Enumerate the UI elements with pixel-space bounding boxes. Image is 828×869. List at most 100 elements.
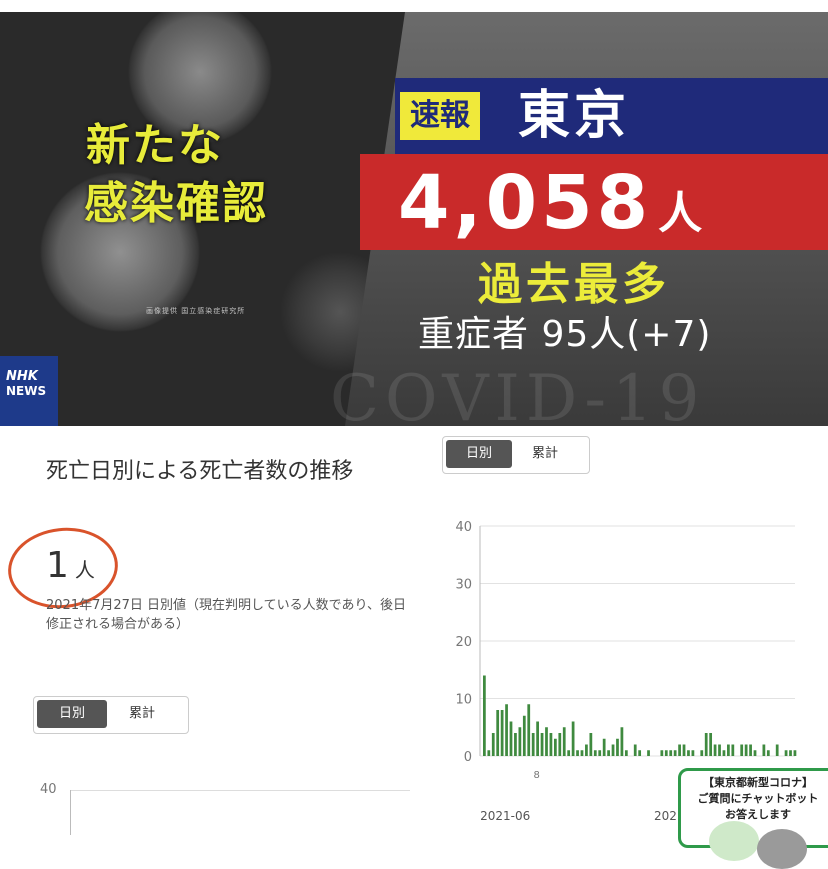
chart-bar xyxy=(749,744,752,756)
chart-bar xyxy=(789,750,792,756)
y-tick-label: 10 xyxy=(455,693,472,708)
serious-cases-label: 重症者 95人(+7) xyxy=(418,314,712,355)
chart-bar xyxy=(483,675,486,756)
chart-bar xyxy=(571,721,575,756)
chart-bar xyxy=(514,733,517,756)
chart-bar xyxy=(531,733,535,756)
chatbot-widget[interactable]: 【東京都新型コロナ】 ご質問にチャットボット お答えします xyxy=(678,768,828,869)
chart-bar xyxy=(527,704,531,756)
chart-bar xyxy=(682,744,686,756)
y-tick-label: 20 xyxy=(455,635,472,650)
left-chart-y-label: 40 xyxy=(40,782,57,797)
infection-count: 4,058 人 xyxy=(398,162,706,255)
chart-bar xyxy=(687,750,690,756)
chart-bar xyxy=(624,750,628,756)
chart-bar xyxy=(545,727,548,756)
death-count-unit: 人 xyxy=(74,558,95,582)
chart-bar xyxy=(518,727,522,756)
chart-bar xyxy=(607,750,610,756)
chart-bar xyxy=(664,750,668,756)
chart-bar xyxy=(784,750,788,756)
chart-bar xyxy=(505,704,508,756)
news-banner-image: 新たな 感染確認 画像提供 国立感染症研究所 NHK NEWS COVID-19… xyxy=(0,12,828,426)
chart-bar xyxy=(727,744,730,756)
left-chart-gridline xyxy=(70,790,410,791)
logo-nhk: NHK xyxy=(6,369,38,384)
y-tick-label: 30 xyxy=(455,578,472,593)
death-count-value: 1 xyxy=(46,545,69,586)
covid-watermark: COVID-19 xyxy=(330,362,706,426)
nhk-news-logo: NHK NEWS xyxy=(0,356,58,426)
chart-bar xyxy=(549,733,553,756)
chart-bar xyxy=(638,750,642,756)
chart-bar xyxy=(722,750,726,756)
y-tick-label: 40 xyxy=(455,520,472,535)
chatbot-avatar-icon xyxy=(709,821,759,861)
record-high-label: 過去最多 xyxy=(478,259,670,310)
toggle-cumulative-button[interactable]: 累計 xyxy=(512,440,578,468)
chart-bar xyxy=(660,750,664,756)
chart-bar xyxy=(589,733,593,756)
chart-bar xyxy=(718,744,721,756)
chart-bar xyxy=(691,750,695,756)
toggle-daily-button[interactable]: 日別 xyxy=(446,440,512,468)
chart-bar xyxy=(598,750,602,756)
new-infection-caption: 新たな 感染確認 xyxy=(84,117,316,233)
death-count: 1人 xyxy=(46,545,95,586)
caption-line-2: 感染確認 xyxy=(84,178,268,229)
chart-bar xyxy=(793,750,797,756)
date-note: 2021年7月27日 日別値（現在判明している人数であり、後日修正される場合があ… xyxy=(46,598,406,632)
panel-title: 死亡日別による死亡者数の推移 xyxy=(46,459,354,484)
chart-bar xyxy=(496,710,500,756)
count-value: 4,058 xyxy=(398,160,653,246)
chatbot-bubble-icon xyxy=(757,829,807,869)
chart-bar xyxy=(633,744,637,756)
chart-bar xyxy=(700,750,704,756)
chart-bar xyxy=(678,744,681,756)
breaking-badge: 速報 xyxy=(400,92,480,140)
x-tick-label: 2021-06 xyxy=(480,809,530,823)
chart-bar xyxy=(740,744,744,756)
chart-bar xyxy=(553,738,557,756)
chart-bar xyxy=(585,744,588,756)
chart-bar xyxy=(616,738,619,756)
x-minor-tick-label: 8 xyxy=(534,770,540,781)
top-strip xyxy=(0,0,828,12)
chart-bar xyxy=(647,750,650,756)
city-label: 東京 xyxy=(518,86,631,146)
chart-bar xyxy=(766,750,770,756)
chart-bar xyxy=(753,750,757,756)
left-view-toggle: 日別 累計 xyxy=(33,696,189,734)
chart-bar xyxy=(762,744,766,756)
chart-bar xyxy=(500,710,504,756)
chart-bar xyxy=(576,750,579,756)
chart-bar xyxy=(709,733,713,756)
chart-bar xyxy=(673,750,677,756)
chart-bar xyxy=(487,750,491,756)
chart-bar xyxy=(593,750,597,756)
toggle-cumulative-button[interactable]: 累計 xyxy=(107,700,177,728)
toggle-daily-button[interactable]: 日別 xyxy=(37,700,107,728)
chart-bar xyxy=(713,744,717,756)
logo-news: NEWS xyxy=(6,384,47,398)
chart-bar xyxy=(522,715,526,756)
chatbot-subtitle: ご質問にチャットボット xyxy=(697,792,819,805)
chart-bar xyxy=(567,750,571,756)
chart-bar xyxy=(669,750,673,756)
chart-bar xyxy=(775,744,779,756)
chart-bar xyxy=(731,744,735,756)
chatbot-cta: お答えします xyxy=(725,808,791,821)
chart-bar xyxy=(620,727,624,756)
chart-bar xyxy=(744,744,748,756)
chart-bar xyxy=(509,721,513,756)
chart-bar xyxy=(536,721,539,756)
chart-bar xyxy=(704,733,708,756)
chart-bar xyxy=(562,727,566,756)
y-tick-label: 0 xyxy=(464,750,472,765)
chart-bar xyxy=(611,744,615,756)
chatbot-title: 【東京都新型コロナ】 xyxy=(703,776,813,789)
caption-line-1: 新たな xyxy=(86,120,224,171)
chart-bar xyxy=(602,738,606,756)
count-unit: 人 xyxy=(658,188,707,239)
left-chart-axis xyxy=(70,790,71,835)
